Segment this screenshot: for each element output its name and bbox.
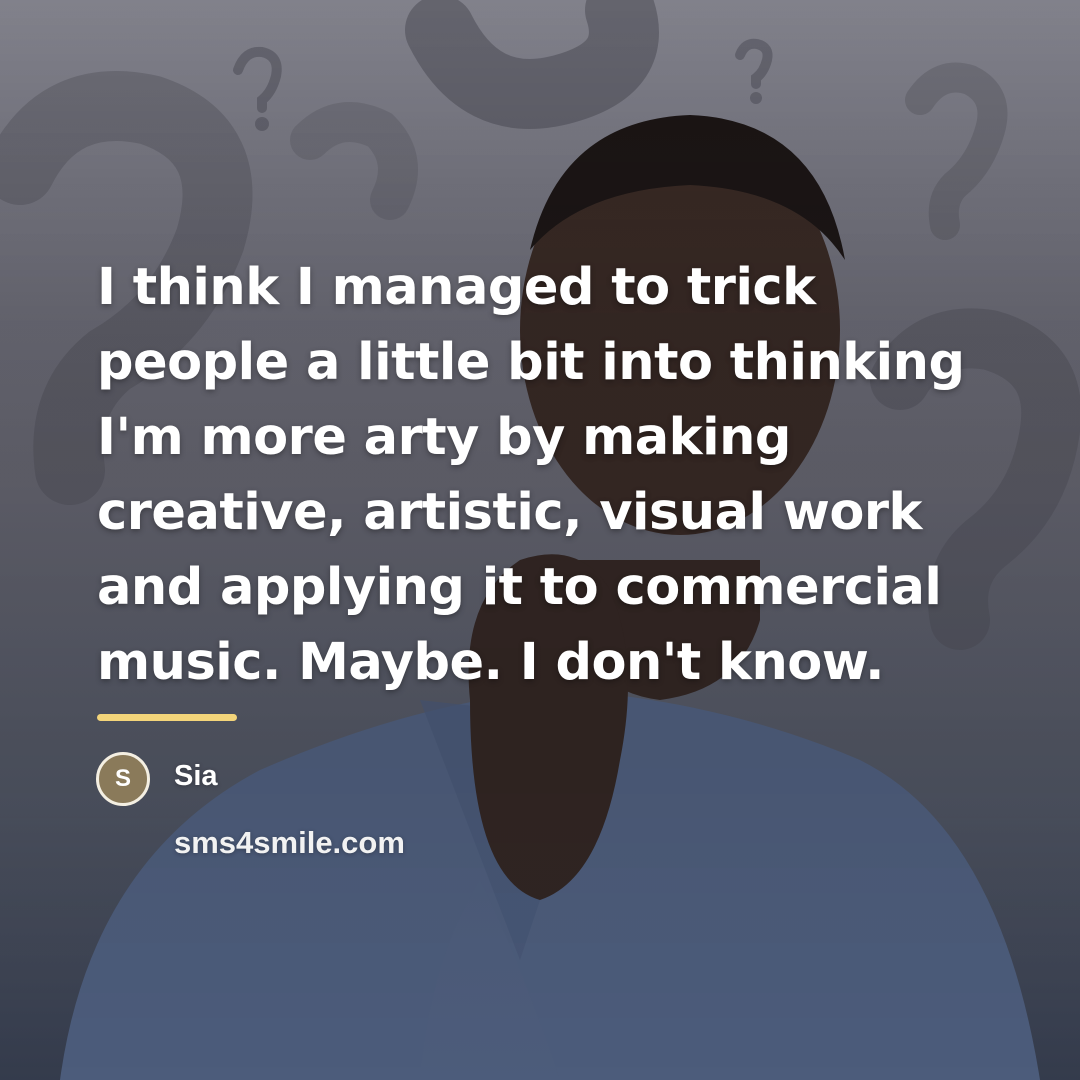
accent-divider: [97, 714, 237, 721]
quote-card: I think I managed to trick people a litt…: [0, 0, 1080, 1080]
author-name: Sia: [174, 760, 218, 792]
quote-line: I think I managed to trick: [97, 258, 816, 317]
quote-text: I think I managed to trick people a litt…: [97, 250, 1017, 700]
quote-line: people a little bit into thinking: [97, 333, 965, 392]
quote-line: music. Maybe. I don't know.: [97, 633, 885, 692]
author-avatar: S: [96, 752, 150, 806]
quote-line: and applying it to commercial: [97, 558, 942, 617]
quote-line: creative, artistic, visual work: [97, 483, 922, 542]
site-watermark: sms4smile.com: [174, 825, 405, 860]
quote-line: I'm more arty by making: [97, 408, 791, 467]
author-initial: S: [114, 765, 131, 792]
